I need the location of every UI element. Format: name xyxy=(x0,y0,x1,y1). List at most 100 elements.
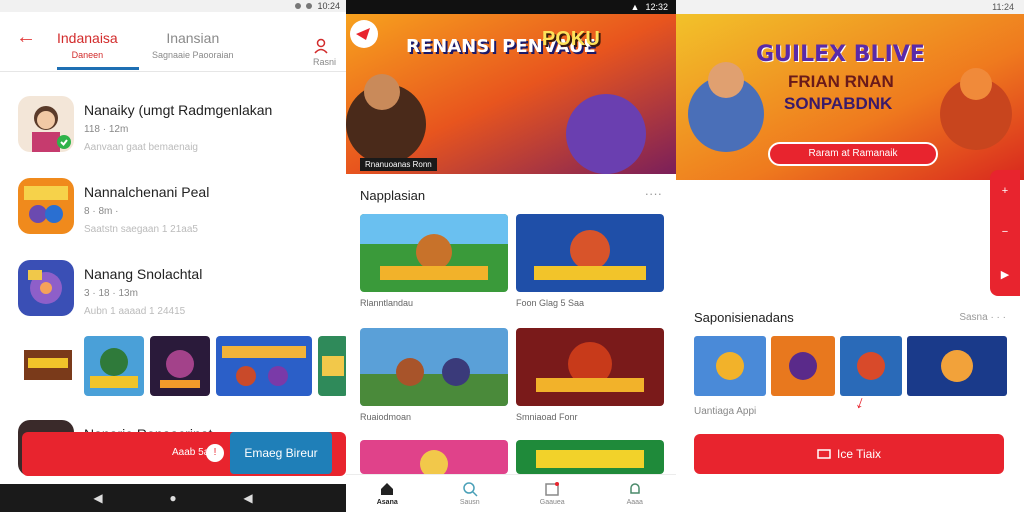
tab-inactive[interactable]: Inansian Sagnaaie Paooraian xyxy=(152,30,234,60)
status-bar: 11:24 xyxy=(676,0,1024,14)
home-icon xyxy=(381,483,394,495)
bell-icon xyxy=(630,483,640,494)
promo-banner[interactable]: GUILEX BLIVE FRIAN RNAN SONPABDNK Raram … xyxy=(676,14,1024,180)
app-subtitle: Saatstn saegaan 1 21aa5 xyxy=(84,224,198,235)
tab-inactive-sub: Sagnaaie Paooraian xyxy=(152,50,234,60)
list-item[interactable]: Nannalchenani Peal 8 · 8m · Saatstn saeg… xyxy=(18,178,338,238)
bottom-tab-bar: Asana Sausn Gaauea Aaaa xyxy=(346,474,676,512)
calendar-icon xyxy=(545,482,560,496)
search-icon xyxy=(463,482,478,497)
game-card[interactable] xyxy=(360,328,508,406)
tab-notifications[interactable]: Aaaa xyxy=(594,475,677,512)
nav-back-icon[interactable]: ◀ xyxy=(93,491,102,505)
tab-label: Gaauea xyxy=(539,499,565,506)
app-icon xyxy=(18,260,74,316)
app-subtitle: Aubn 1 aaaad 1 24415 xyxy=(84,306,186,317)
banner-line2: FRIAN RNAN xyxy=(788,72,894,91)
card-label: Foon Glag 5 Saa xyxy=(516,298,585,308)
blue-action-button[interactable]: Emaeg Bireur xyxy=(230,432,332,474)
app-list-panel: 10:24 ← Indanaisa Daneen Inansian Sagnaa… xyxy=(0,0,346,512)
app-title: Nannalchenani Peal xyxy=(84,184,210,200)
section-more[interactable]: Sasna · · · xyxy=(959,312,1006,323)
card-label: Ruaiodmoan xyxy=(360,412,412,422)
game-thumbnail[interactable] xyxy=(907,336,1007,396)
tab-games[interactable]: Gaauea xyxy=(511,475,594,512)
cta-label: Ice Tiaix xyxy=(836,447,881,461)
status-time: 11:24 xyxy=(992,2,1014,12)
screenshot-root: 10:24 ← Indanaisa Daneen Inansian Sagnaa… xyxy=(0,0,1024,512)
thumbnail-strip xyxy=(18,336,346,396)
app-subtitle: Aanvaan gaat bemaenaig xyxy=(84,142,198,153)
tab-search[interactable]: Sausn xyxy=(429,475,512,512)
status-bar: ▲ 12:32 xyxy=(346,0,676,14)
app-title: Nanaiky (umgt Radmgenlakan xyxy=(84,102,273,118)
user-icon xyxy=(314,38,328,54)
promo-panel: 11:24 GUILEX BLIVE FRIAN RNAN SONPABDNK … xyxy=(676,0,1024,512)
app-meta: 118 · 12m xyxy=(84,124,129,135)
tab-active-sub: Daneen xyxy=(71,50,104,60)
zoom-out-icon[interactable]: − xyxy=(1002,226,1008,238)
tab-underline xyxy=(57,67,139,70)
game-card[interactable] xyxy=(360,440,508,474)
cta-button[interactable]: Ice Tiaix xyxy=(694,434,1004,474)
thumbnail-strip xyxy=(694,336,1007,396)
tab-label: Sausn xyxy=(459,499,480,506)
game-thumbnail[interactable] xyxy=(216,336,312,396)
banner-title: GUILEX BLIVE xyxy=(756,42,925,67)
notification-icon xyxy=(295,3,302,9)
banner-button[interactable]: Raram at Ramanaik xyxy=(768,142,938,166)
user-label: Rasni xyxy=(312,57,336,67)
game-card[interactable] xyxy=(360,214,508,292)
game-thumbnail[interactable] xyxy=(694,336,766,396)
game-thumbnail[interactable] xyxy=(318,336,346,396)
status-time: 10:24 xyxy=(317,1,340,11)
app-icon xyxy=(18,96,74,152)
banner-line3: SONPABDNK xyxy=(784,94,893,113)
hero-subtitle: POKU xyxy=(542,28,600,50)
tab-home[interactable]: Asana xyxy=(346,475,429,512)
game-thumbnail[interactable] xyxy=(150,336,210,396)
more-options-icon[interactable]: ···· xyxy=(645,186,662,201)
wifi-icon: ▲ xyxy=(630,2,640,12)
user-button[interactable]: Rasni xyxy=(313,38,336,67)
game-thumbnail[interactable] xyxy=(771,336,835,396)
store-panel: ▲ 12:32 RENANSI PENVAUE POKU Rnanuoanas … xyxy=(346,0,676,512)
toast-badge: ! xyxy=(206,444,224,462)
ticket-icon xyxy=(817,449,831,459)
system-navbar: ◀ ● ◀ xyxy=(0,484,346,512)
nav-home-icon[interactable]: ● xyxy=(169,491,176,505)
game-card[interactable] xyxy=(516,214,664,292)
list-item[interactable]: Nanaiky (umgt Radmgenlakan 118 · 12m Aan… xyxy=(18,96,338,156)
status-bar: 10:24 xyxy=(0,0,346,12)
header: ← Indanaisa Daneen Inansian Sagnaaie Pao… xyxy=(0,12,346,72)
next-icon[interactable]: ▶ xyxy=(1001,268,1009,281)
app-icon xyxy=(18,178,74,234)
side-control: + − ▶ xyxy=(990,170,1020,296)
signal-icon xyxy=(306,3,313,9)
hero-caption: Rnanuoanas Ronn xyxy=(360,158,437,171)
game-thumbnail[interactable] xyxy=(840,336,902,396)
app-meta: 3 · 18 · 13m xyxy=(84,288,138,299)
status-time: 12:32 xyxy=(645,2,668,12)
list-item[interactable]: Nanang Snolachtal 3 · 18 · 13m Aubn 1 aa… xyxy=(18,260,338,320)
game-thumbnail[interactable] xyxy=(18,336,78,396)
app-title: Nanang Snolachtal xyxy=(84,266,203,282)
zoom-in-icon[interactable]: + xyxy=(1002,185,1008,197)
tab-active[interactable]: Indanaisa Daneen xyxy=(57,30,118,60)
tab-active-title: Indanaisa xyxy=(57,30,118,46)
card-label: Rlanntlandau xyxy=(360,298,414,308)
strip-label: Uantiaga Appi xyxy=(694,406,757,417)
game-card[interactable] xyxy=(516,440,664,474)
hero-banner[interactable]: RENANSI PENVAUE POKU Rnanuoanas Ronn xyxy=(346,14,676,174)
game-card[interactable] xyxy=(516,328,664,406)
game-thumbnail[interactable] xyxy=(84,336,144,396)
card-label: Smniaoad Fonr xyxy=(516,412,578,422)
nav-recent-icon[interactable]: ◀ xyxy=(243,491,252,505)
tab-label: Asana xyxy=(376,499,398,506)
tab-inactive-title: Inansian xyxy=(166,30,220,46)
section-title: Saponisienadans xyxy=(694,310,794,325)
tab-label: Aaaa xyxy=(626,499,643,506)
back-arrow-icon[interactable]: ← xyxy=(16,26,36,49)
section-title: Napplasian xyxy=(360,188,426,203)
app-meta: 8 · 8m · xyxy=(84,206,119,217)
